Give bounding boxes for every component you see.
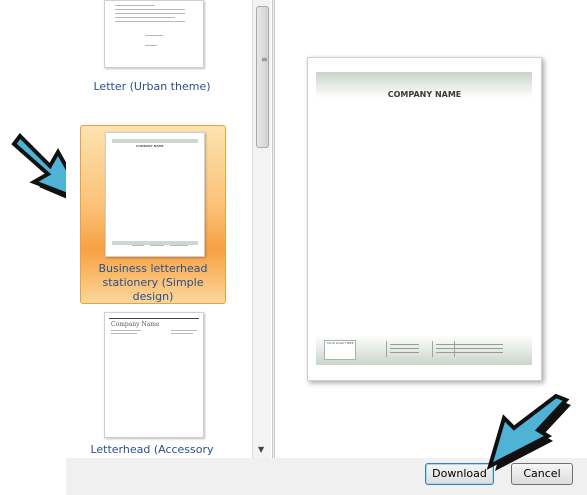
template-label: Letter (Urban theme) [93,80,211,93]
template-label: Letterhead (Accessory [90,443,214,456]
template-item-letterhead-accessory[interactable]: Company Name Letterhead (Accessory [80,312,224,458]
template-item-letter-urban[interactable]: Letter (Urban theme) [80,0,224,96]
template-thumbnail [104,0,204,68]
preview-logo-box: YOUR LOGO HERE [324,340,356,360]
letterhead-preview: COMPANY NAME YOUR LOGO HERE [307,57,542,381]
preview-company-name: COMPANY NAME [387,90,462,99]
template-thumbnail: Company Name [104,312,204,438]
template-item-business-letterhead[interactable]: COMPANY NAME Business letterhead station… [80,125,226,304]
template-label: Business letterhead stationery (Simple d… [98,262,208,303]
preview-pane: COMPANY NAME YOUR LOGO HERE [274,0,587,458]
template-list[interactable]: Letter (Urban theme) COMPANY NAME Busine… [66,0,273,458]
template-thumbnail: COMPANY NAME [105,132,205,257]
callout-arrow-right [486,393,571,471]
preview-footer-column [454,341,505,357]
scroll-thumb[interactable]: ≡ [256,6,269,148]
template-list-scrollbar[interactable]: ≡ ▼ [252,0,271,458]
preview-footer-column [386,341,421,357]
scroll-down-arrow-icon[interactable]: ▼ [258,445,264,454]
grip-icon: ≡ [261,55,268,64]
